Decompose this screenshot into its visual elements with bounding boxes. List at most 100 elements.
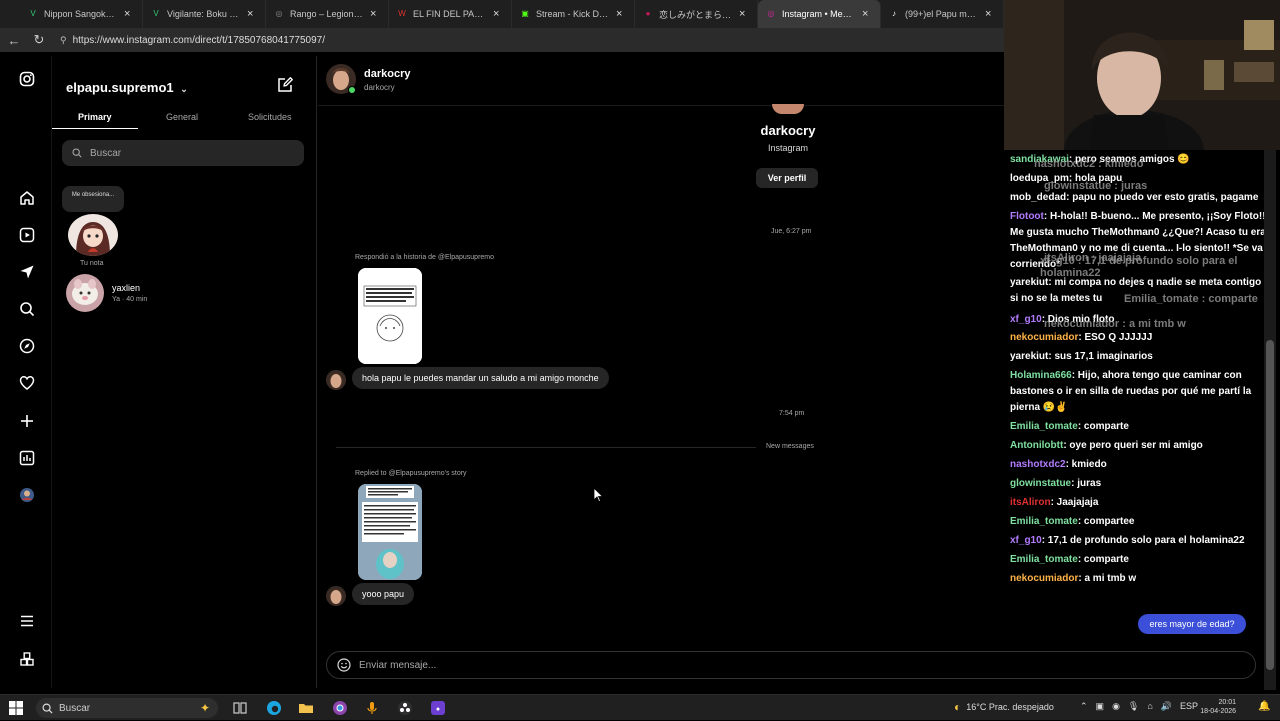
chat-username[interactable]: nekocumiador bbox=[1010, 332, 1078, 343]
chat-username[interactable]: Emilia_tomate bbox=[1010, 554, 1078, 565]
message-composer[interactable]: Enviar mensaje... bbox=[326, 651, 1256, 679]
taskbar-search[interactable]: Buscar ✦ bbox=[36, 698, 218, 718]
chat-reply-bubble[interactable]: eres mayor de edad? bbox=[1138, 614, 1246, 634]
tray-app-icon[interactable]: ◉ bbox=[1112, 701, 1120, 712]
close-icon[interactable]: × bbox=[739, 8, 749, 20]
emoji-icon[interactable] bbox=[337, 658, 351, 672]
streaming-app-icon[interactable]: ● bbox=[430, 700, 446, 716]
chat-username[interactable]: Holamina666 bbox=[1010, 370, 1072, 381]
close-icon[interactable]: × bbox=[124, 8, 134, 20]
message-bubble[interactable]: hola papu le puedes mandar un saludo a m… bbox=[352, 367, 609, 389]
search-input[interactable]: Buscar bbox=[62, 140, 304, 166]
edge-browser-icon[interactable] bbox=[266, 700, 282, 716]
menu-icon[interactable] bbox=[16, 610, 38, 632]
messages-icon[interactable] bbox=[16, 261, 38, 283]
tab-general[interactable]: General bbox=[166, 112, 198, 122]
search-icon[interactable] bbox=[16, 298, 38, 320]
site-info-icon[interactable]: ⚲ bbox=[60, 35, 67, 46]
stream-chat-message: xf_g10: 17,1 de profundo solo para el ho… bbox=[1010, 533, 1278, 549]
note-text: Me obsesiona... bbox=[71, 192, 115, 198]
browser-tab[interactable]: ● 恋しみがとまらない | CA × bbox=[635, 0, 758, 28]
profile-avatar-icon[interactable] bbox=[16, 484, 38, 506]
network-icon[interactable]: ⌂ bbox=[1147, 701, 1152, 712]
tab-requests[interactable]: Solicitudes bbox=[248, 112, 292, 122]
ghost-overlay-text: glowinstatue : juras bbox=[1044, 180, 1148, 192]
tab-favicon-icon: W bbox=[398, 9, 406, 18]
browser-tab[interactable]: ♪ (99+)el Papu maximo (@ × bbox=[881, 0, 1004, 28]
microphone-icon[interactable]: 🎙 bbox=[1128, 701, 1139, 712]
home-icon[interactable] bbox=[16, 187, 38, 209]
address-bar-row: ← ↻ ⚲ https://www.instagram.com/direct/t… bbox=[0, 28, 1005, 52]
close-icon[interactable]: × bbox=[985, 8, 995, 20]
chat-username[interactable]: xf_g10 bbox=[1010, 535, 1042, 546]
instagram-logo-icon[interactable] bbox=[16, 68, 38, 90]
conversation-item[interactable]: yaxlien Ya · 40 min bbox=[66, 274, 147, 312]
chat-username[interactable]: Antonilobtt bbox=[1010, 440, 1063, 451]
back-icon[interactable]: ← bbox=[3, 29, 25, 51]
chat-username[interactable]: nekocumiador bbox=[1010, 573, 1078, 584]
chat-username[interactable]: Flotoot bbox=[1010, 211, 1044, 222]
chat-username[interactable]: mob_dedad bbox=[1010, 192, 1066, 203]
ghost-overlay-text: Emilia_tomate : comparte bbox=[1124, 293, 1258, 305]
chat-panel: darkocry darkocry darkocry Instagram Ver… bbox=[318, 56, 1256, 688]
sender-avatar[interactable] bbox=[326, 370, 346, 390]
windows-start-icon[interactable] bbox=[8, 700, 24, 716]
chat-username[interactable]: itsAliron bbox=[1010, 497, 1051, 508]
close-icon[interactable]: × bbox=[247, 8, 257, 20]
close-icon[interactable]: × bbox=[616, 8, 626, 20]
note-bubble[interactable]: Me obsesiona... bbox=[62, 186, 124, 212]
profile-platform: Instagram bbox=[767, 143, 809, 153]
close-icon[interactable]: × bbox=[493, 8, 503, 20]
my-note-avatar[interactable] bbox=[68, 214, 118, 256]
account-switcher[interactable]: elpapu.supremo1 ⌄ bbox=[66, 80, 188, 95]
chrome-icon[interactable] bbox=[332, 700, 348, 716]
obs-icon[interactable] bbox=[397, 700, 413, 716]
browser-tab-bar: V Nippon Sangoku Episodio × V Vigilante: Bok… bbox=[0, 0, 1005, 28]
chat-contact-name[interactable]: darkocry bbox=[364, 68, 410, 80]
new-message-icon[interactable] bbox=[276, 76, 296, 96]
explore-icon[interactable] bbox=[16, 335, 38, 357]
close-icon[interactable]: × bbox=[370, 8, 380, 20]
chevron-up-icon[interactable]: ⌃ bbox=[1080, 701, 1088, 712]
task-view-icon[interactable] bbox=[232, 700, 248, 716]
sender-avatar[interactable] bbox=[326, 586, 346, 606]
stream-chat-message: itsAliron: Jaajajaja bbox=[1010, 495, 1278, 511]
reload-icon[interactable]: ↻ bbox=[28, 29, 50, 51]
file-explorer-icon[interactable] bbox=[298, 700, 314, 716]
volume-icon[interactable]: 🔊 bbox=[1161, 701, 1172, 712]
tab-favicon-icon: ♪ bbox=[892, 9, 896, 18]
dashboard-icon[interactable] bbox=[16, 447, 38, 469]
more-apps-icon[interactable] bbox=[16, 648, 38, 670]
story-reply-label: Replied to @Elpapusupremo's story bbox=[355, 470, 467, 477]
story-thumbnail[interactable] bbox=[358, 484, 422, 580]
browser-tab[interactable]: ▣ Stream - Kick Dashboard × bbox=[512, 0, 635, 28]
browser-tab[interactable]: W EL FIN DEL PARAISO – m × bbox=[389, 0, 512, 28]
bell-icon[interactable]: 🔔 bbox=[1258, 701, 1270, 712]
chat-username[interactable]: yarekiut bbox=[1010, 351, 1048, 362]
chat-username[interactable]: xf_g10 bbox=[1010, 314, 1042, 325]
story-thumbnail[interactable] bbox=[358, 268, 422, 364]
chat-username[interactable]: Emilia_tomate bbox=[1010, 516, 1078, 527]
message-bubble[interactable]: yooo papu bbox=[352, 583, 415, 605]
browser-tab[interactable]: V Vigilante: Boku no Hero × bbox=[143, 0, 266, 28]
close-icon[interactable]: × bbox=[862, 8, 872, 20]
instagram-nav-rail bbox=[0, 56, 52, 688]
weather-widget[interactable]: ◐ 16°C Prac. despejado bbox=[954, 700, 1054, 714]
microphone-app-icon[interactable] bbox=[364, 700, 380, 716]
browser-tab[interactable]: ◎ Instagram • Mensajes × bbox=[758, 0, 881, 28]
view-profile-button[interactable]: Ver perfil bbox=[756, 168, 818, 188]
chat-username[interactable]: glowinstatue bbox=[1010, 478, 1071, 489]
url-field[interactable]: ⚲ https://www.instagram.com/direct/t/178… bbox=[60, 31, 997, 49]
svg-text:●: ● bbox=[436, 706, 440, 713]
stream-chat-scroll-thumb[interactable] bbox=[1266, 340, 1274, 670]
chat-username[interactable]: Emilia_tomate bbox=[1010, 421, 1078, 432]
browser-tab[interactable]: V Nippon Sangoku Episodio × bbox=[20, 0, 143, 28]
create-plus-icon[interactable] bbox=[16, 410, 38, 432]
heart-icon[interactable] bbox=[16, 372, 38, 394]
tab-primary[interactable]: Primary bbox=[78, 112, 112, 122]
chat-username[interactable]: nashotxdc2 bbox=[1010, 459, 1066, 470]
reels-icon[interactable] bbox=[16, 224, 38, 246]
browser-tab[interactable]: ◎ Rango – LegionGames × bbox=[266, 0, 389, 28]
taskbar-clock[interactable]: 20:01 18-04-2026 bbox=[1196, 698, 1236, 716]
tray-app-icon[interactable]: ▣ bbox=[1096, 701, 1105, 712]
